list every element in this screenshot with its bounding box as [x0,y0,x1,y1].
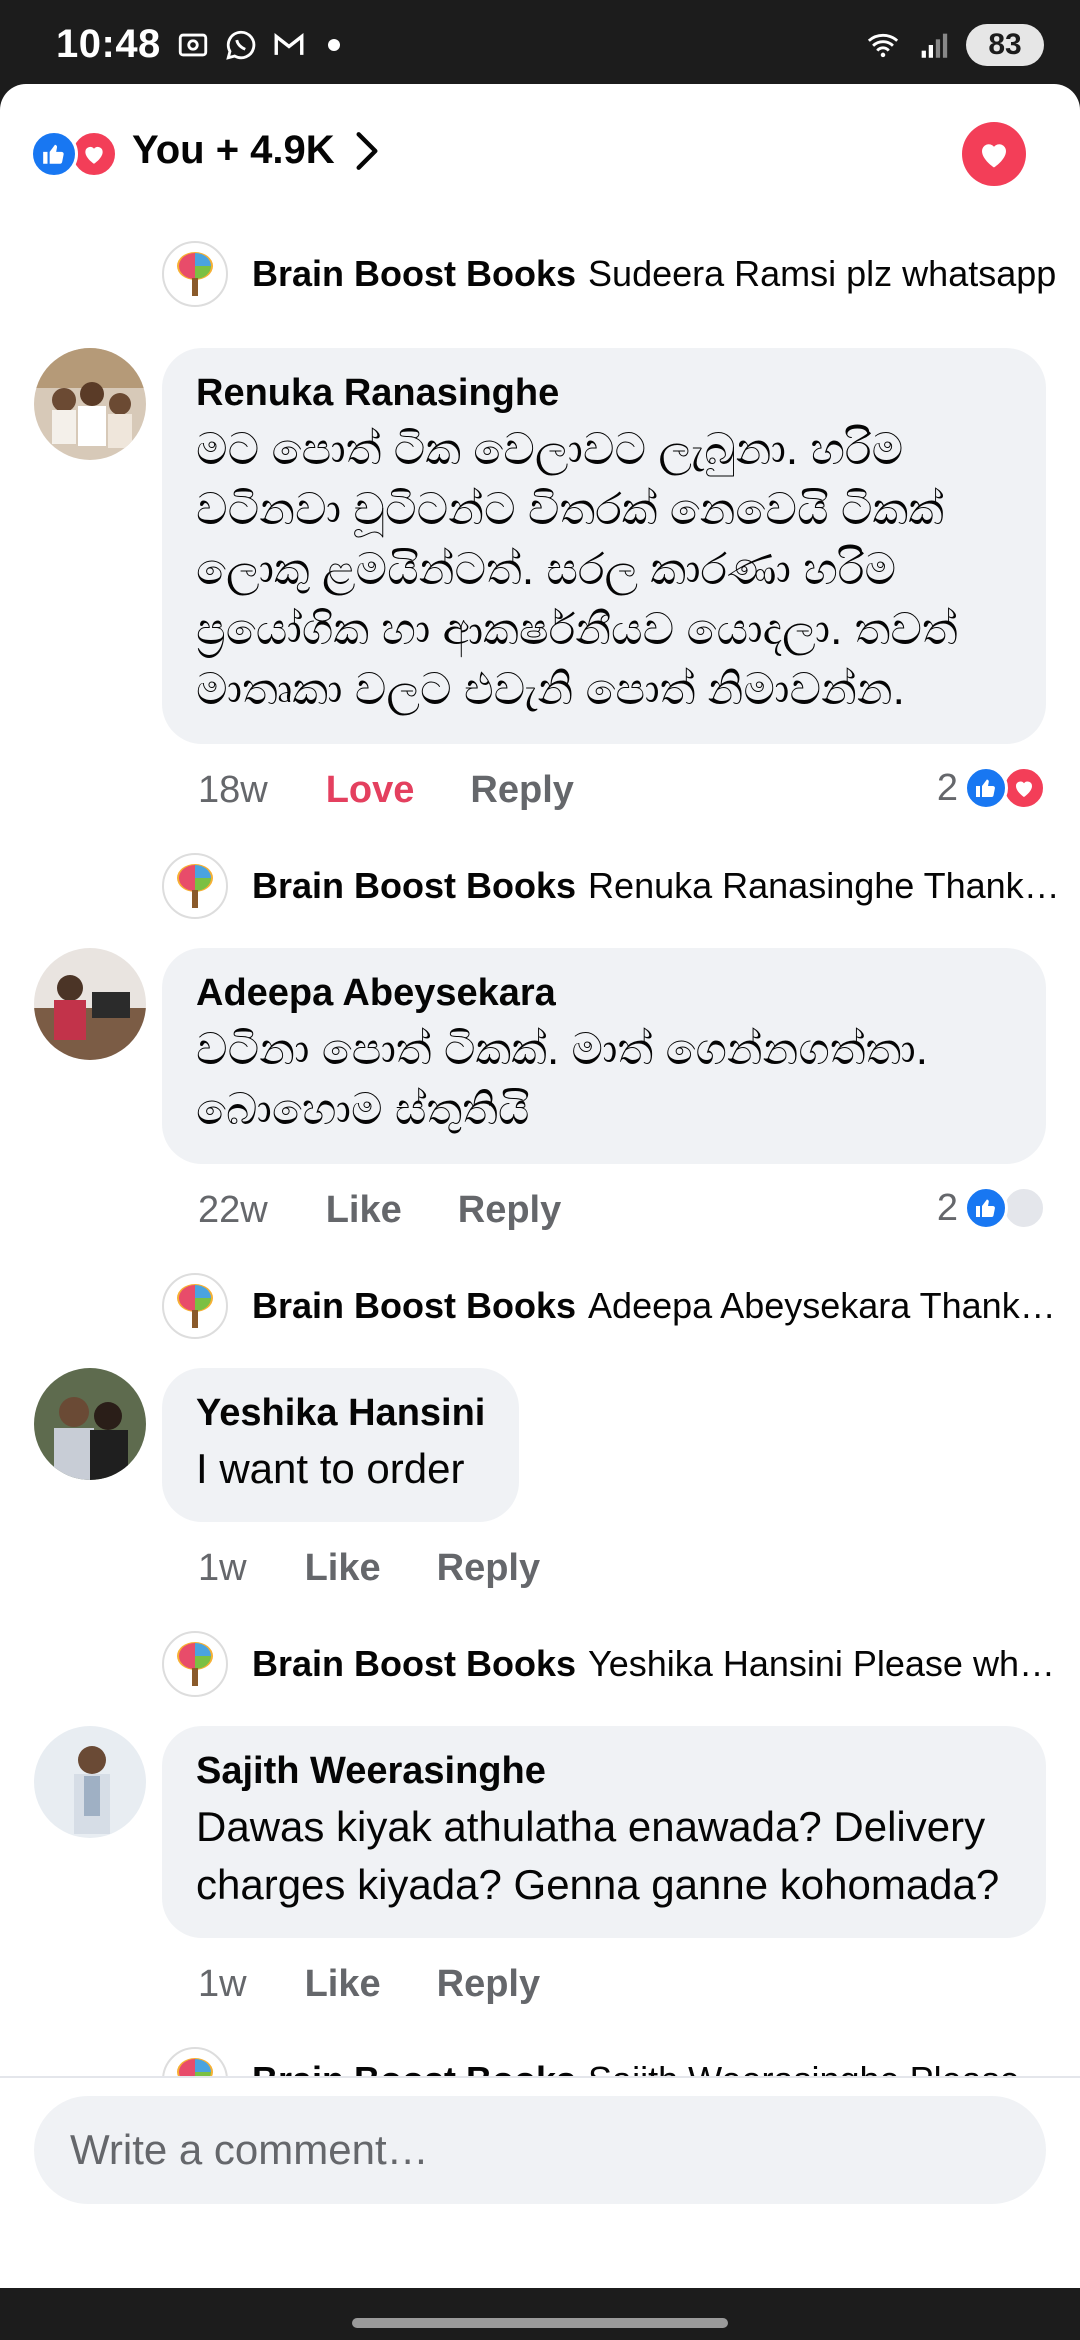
reply-preview: Brain Boost Books Sudeera Ramsi plz whats… [252,253,1062,295]
whatsapp-icon [226,30,256,60]
comment-reaction-count[interactable]: 2 [937,1186,1046,1230]
reply-button[interactable]: Reply [437,1963,540,2006]
comment-item: Sajith Weerasinghe Dawas kiyak athulatha… [0,1726,1080,1938]
comment-item: Adeepa Abeysekara වටිනා පොත් ටිකක්. මාත්… [0,948,1080,1164]
comments-list: Brain Boost Books Sudeera Ramsi plz whats… [0,224,1080,2130]
comment-time[interactable]: 22w [198,1189,268,1232]
comment-bubble[interactable]: Yeshika Hansini I want to order [162,1368,520,1522]
reaction-badges[interactable] [30,130,122,182]
love-reaction-button[interactable] [962,122,1026,186]
comment-text: Dawas kiyak athulatha enawada? Delivery … [196,1803,1000,1908]
like-action-button[interactable]: Like [305,1963,381,2006]
home-indicator[interactable] [352,2318,728,2328]
brain-logo-avatar[interactable] [162,241,228,307]
reply-preview: Brain Boost Books Yeshika Hansini Please … [252,1643,1062,1685]
comment-text: වටිනා පොත් ටිකක්. මාත් ගෙන්නගත්තා. බොහොම… [196,1025,928,1134]
reaction-count-number: 2 [936,766,958,809]
comment-actions: 1w Like Reply [0,1938,1080,2030]
love-action-button[interactable]: Love [326,769,415,812]
brain-logo-icon [177,864,213,908]
comment-bubble[interactable]: Renuka Ranasinghe මට පොත් ටික වෙලාවට ලැබ… [162,348,1046,744]
status-time: 10:48 [56,22,161,66]
brain-logo-avatar[interactable] [162,853,228,919]
comment-composer [0,2076,1080,2288]
avatar-photo [34,1726,146,1838]
comment-text: මට පොත් ටික වෙලාවට ලැබුනා. හරිම වටිනවා ච… [196,425,958,714]
comments-sheet: You + 4.9K Brain Boost Books Sudeera Rams… [0,84,1080,2284]
comment-input[interactable] [34,2096,1046,2204]
reply-text: Sudeera Ramsi plz whatsapp [588,253,1057,294]
reply-author[interactable]: Brain Boost Books [252,1285,576,1326]
reply-text: Yeshika Hansini Please whatsapp [588,1643,1062,1684]
reply-preview: Brain Boost Books Adeepa Abeysekara Thank… [252,1285,1062,1327]
navigation-bar [0,2300,1080,2340]
reaction-placeholder-icon [1002,1186,1046,1230]
brain-logo-icon [177,252,213,296]
wifi-icon [867,33,899,58]
avatar[interactable] [34,348,146,460]
reactions-summary-label: You + 4.9K [132,128,335,172]
reaction-count-number: 2 [936,1186,958,1229]
reply-button[interactable]: Reply [470,769,573,812]
brain-logo-avatar[interactable] [162,1273,228,1339]
comment-time[interactable]: 18w [198,769,268,812]
chevron-right-icon [356,131,378,170]
comment-author[interactable]: Adeepa Abeysekara [196,970,1012,1016]
avatar-photo [34,348,146,460]
avatar-photo [34,1368,146,1480]
comment-time[interactable]: 1w [198,1547,247,1590]
reply-author[interactable]: Brain Boost Books [252,253,576,294]
comment-author[interactable]: Yeshika Hansini [196,1390,485,1436]
reactions-header: You + 4.9K [0,84,1080,224]
reactions-summary[interactable]: You + 4.9K [132,128,381,173]
page-reply-row[interactable]: Brain Boost Books Adeepa Abeysekara Thank… [0,1256,1080,1356]
status-bar: 10:48 83 [0,0,1080,86]
comment-text: I want to order [196,1445,465,1492]
comment-actions: 22w Like Reply 2 [0,1164,1080,1256]
comment-actions: 18w Love Reply 2 [0,744,1080,836]
comment-bubble[interactable]: Adeepa Abeysekara වටිනා පොත් ටිකක්. මාත්… [162,948,1046,1164]
reply-author[interactable]: Brain Boost Books [252,865,576,906]
reply-text: Adeepa Abeysekara Thank you [588,1285,1062,1326]
comment-item: Renuka Ranasinghe මට පොත් ටික වෙලාවට ලැබ… [0,348,1080,744]
avatar[interactable] [34,1726,146,1838]
brain-logo-icon [177,1642,213,1686]
comment-reaction-count[interactable]: 2 [937,766,1046,810]
dot-icon [328,39,340,51]
comment-bubble[interactable]: Sajith Weerasinghe Dawas kiyak athulatha… [162,1726,1046,1938]
comment-author[interactable]: Sajith Weerasinghe [196,1748,1012,1794]
page-reply-row[interactable]: Brain Boost Books Yeshika Hansini Please … [0,1614,1080,1714]
heart-icon [982,144,1006,168]
like-icon [30,130,78,178]
avatar[interactable] [34,1368,146,1480]
reply-author[interactable]: Brain Boost Books [252,1643,576,1684]
notification-icons [176,28,340,62]
brain-logo-icon [177,1284,213,1328]
like-action-button[interactable]: Like [305,1547,381,1590]
reply-text: Renuka Ranasinghe Thank you [588,865,1062,906]
reply-preview: Brain Boost Books Renuka Ranasinghe Thank… [252,865,1062,907]
reply-button[interactable]: Reply [437,1547,540,1590]
like-action-button[interactable]: Like [326,1189,402,1232]
avatar[interactable] [34,948,146,1060]
system-icons: 83 [866,24,1044,66]
comment-author[interactable]: Renuka Ranasinghe [196,370,1012,416]
love-icon [1002,766,1046,810]
screenshot-icon [178,33,208,57]
comment-item: Yeshika Hansini I want to order [0,1368,1080,1522]
comment-time[interactable]: 1w [198,1963,247,2006]
avatar-photo [34,948,146,1060]
battery-icon: 83 [966,24,1044,66]
like-icon [964,1186,1008,1230]
comment-actions: 1w Like Reply [0,1522,1080,1614]
brain-logo-avatar[interactable] [162,1631,228,1697]
signal-icon [921,33,948,58]
reply-button[interactable]: Reply [458,1189,561,1232]
page-reply-row[interactable]: Brain Boost Books Renuka Ranasinghe Thank… [0,836,1080,936]
like-icon [964,766,1008,810]
gmail-icon [274,33,304,55]
page-reply-row[interactable]: Brain Boost Books Sudeera Ramsi plz whats… [0,224,1080,324]
